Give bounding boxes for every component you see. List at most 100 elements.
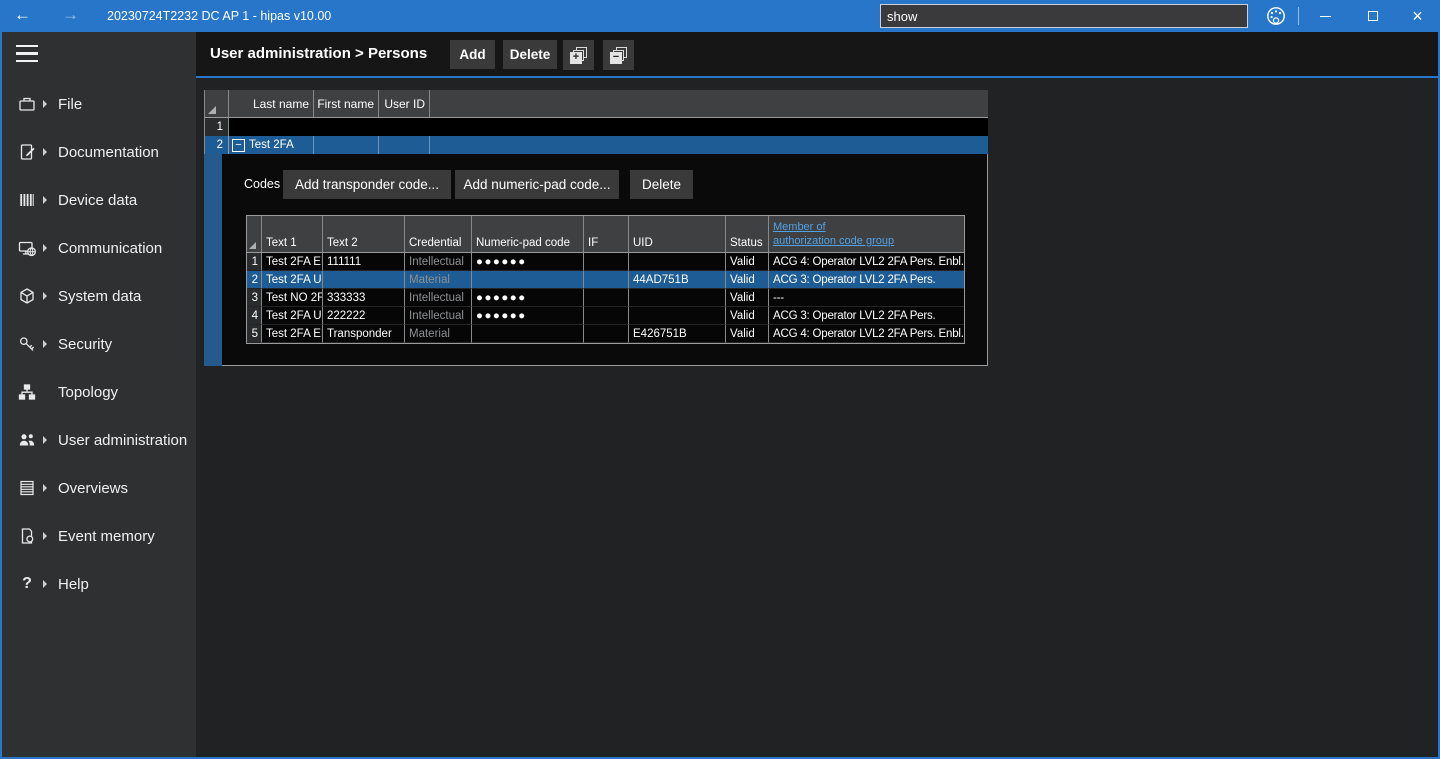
add-button[interactable]: Add <box>450 40 495 69</box>
maximize-button[interactable] <box>1350 0 1395 32</box>
column-header-status[interactable]: Status <box>726 216 769 252</box>
sidebar-item-topology[interactable]: Topology <box>2 368 196 416</box>
sidebar-item-label: Overviews <box>58 480 128 497</box>
credential-cell: Material <box>405 271 472 289</box>
credential-cell: Intellectual <box>405 253 472 271</box>
add-transponder-code-button[interactable]: Add transponder code... <box>283 170 451 199</box>
uid-cell: E426751B <box>629 325 726 343</box>
select-all-corner[interactable] <box>205 90 229 117</box>
page-toolbar: User administration > Persons Add Delete… <box>196 32 1438 76</box>
code-row[interactable]: 1 Test 2FA EN 111111 Intellectual ●●●●●●… <box>247 253 964 271</box>
sidebar-item-help[interactable]: ? Help <box>2 560 196 608</box>
member-of-acg-link[interactable]: Member of authorization code group <box>773 216 894 248</box>
sidebar-item-documentation[interactable]: Documentation <box>2 128 196 176</box>
sidebar-item-overviews[interactable]: Overviews <box>2 464 196 512</box>
text2-cell: 222222 <box>323 307 405 325</box>
row-number[interactable]: 3 <box>247 289 262 307</box>
status-cell: Valid <box>726 289 769 307</box>
monitor-globe-icon <box>16 238 38 258</box>
close-button[interactable]: × <box>1395 0 1440 32</box>
last-name-cell: − Test 2FA <box>229 136 314 154</box>
delete-button[interactable]: Delete <box>503 40 557 69</box>
hamburger-menu-icon[interactable] <box>16 45 38 62</box>
sidebar-item-security[interactable]: Security <box>2 320 196 368</box>
person-row-selected[interactable]: 2 − Test 2FA <box>205 136 988 154</box>
column-header-numeric-pad-code[interactable]: Numeric-pad code <box>472 216 584 252</box>
person-row[interactable]: 1 <box>205 118 988 136</box>
accent-divider <box>196 76 1438 78</box>
sidebar-item-label: Documentation <box>58 144 159 161</box>
chevron-right-icon <box>43 196 47 204</box>
search-input[interactable] <box>880 4 1248 28</box>
sidebar-item-system-data[interactable]: System data <box>2 272 196 320</box>
persons-table-header: Last name First name User ID <box>205 90 988 118</box>
uid-cell <box>629 307 726 325</box>
codes-table-header: Text 1 Text 2 Credential Numeric-pad cod… <box>247 216 964 253</box>
row-number[interactable]: 5 <box>247 325 262 343</box>
list-icon <box>16 478 38 498</box>
text2-cell: Transponder <box>323 325 405 343</box>
column-header-member-of-acg: Member of authorization code group <box>769 216 964 252</box>
expanded-row-stripe <box>204 154 222 366</box>
sidebar-item-file[interactable]: File <box>2 80 196 128</box>
status-cell: Valid <box>726 253 769 271</box>
code-row[interactable]: 4 Test 2FA US 222222 Intellectual ●●●●●●… <box>247 307 964 325</box>
sidebar-item-communication[interactable]: Communication <box>2 224 196 272</box>
key-icon <box>16 334 38 354</box>
chevron-right-icon <box>43 436 47 444</box>
corner-triangle-icon <box>249 242 256 249</box>
text1-cell: Test 2FA US <box>262 307 323 325</box>
sidebar-item-device-data[interactable]: Device data <box>2 176 196 224</box>
sidebar-nav: File Documentation Device data <box>2 80 196 608</box>
forward-arrow-icon[interactable]: → <box>62 0 79 32</box>
topology-icon <box>16 382 38 402</box>
column-header-uid[interactable]: UID <box>629 216 726 252</box>
column-header-last-name[interactable]: Last name <box>229 90 314 117</box>
numeric-pad-code-cell <box>472 271 584 289</box>
text1-cell: Test NO 2FA <box>262 289 323 307</box>
code-row[interactable]: 3 Test NO 2FA 333333 Intellectual ●●●●●●… <box>247 289 964 307</box>
collapse-all-button[interactable]: − <box>603 40 634 70</box>
chevron-right-icon <box>43 244 47 252</box>
column-header-user-id[interactable]: User ID <box>379 90 430 117</box>
column-header-text1[interactable]: Text 1 <box>262 216 323 252</box>
sidebar-item-user-administration[interactable]: User administration <box>2 416 196 464</box>
row-number[interactable]: 1 <box>205 118 229 136</box>
sidebar-item-label: Device data <box>58 192 137 209</box>
row-number[interactable]: 2 <box>247 271 262 289</box>
code-row[interactable]: 5 Test 2FA EN Transponder Material E4267… <box>247 325 964 343</box>
back-arrow-icon[interactable]: ← <box>14 0 31 32</box>
select-all-corner[interactable] <box>247 216 262 252</box>
column-header-text2[interactable]: Text 2 <box>323 216 405 252</box>
credential-cell: Intellectual <box>405 289 472 307</box>
credential-cell: Intellectual <box>405 307 472 325</box>
code-row-selected[interactable]: 2 Test 2FA US Material 44AD751B Valid AC… <box>247 271 964 289</box>
sidebar-item-label: Security <box>58 336 112 353</box>
collapse-row-toggle[interactable]: − <box>232 139 245 152</box>
row-number[interactable]: 2 <box>205 136 229 154</box>
if-cell <box>584 253 629 271</box>
uid-cell <box>629 253 726 271</box>
palette-icon[interactable] <box>1263 4 1289 28</box>
add-numeric-pad-code-button[interactable]: Add numeric-pad code... <box>455 170 619 199</box>
chevron-right-icon <box>43 580 47 588</box>
numeric-pad-code-cell: ●●●●●● <box>472 289 584 307</box>
codes-delete-button[interactable]: Delete <box>630 170 693 199</box>
chevron-right-icon <box>43 484 47 492</box>
text2-cell: 333333 <box>323 289 405 307</box>
member-of-acg-cell: --- <box>769 289 964 307</box>
sidebar-item-event-memory[interactable]: Event memory <box>2 512 196 560</box>
expand-all-button[interactable]: + <box>563 40 594 70</box>
codes-table: Text 1 Text 2 Credential Numeric-pad cod… <box>246 215 965 344</box>
row-number[interactable]: 1 <box>247 253 262 271</box>
column-header-first-name[interactable]: First name <box>314 90 379 117</box>
column-header-credential[interactable]: Credential <box>405 216 472 252</box>
sidebar-item-label: System data <box>58 288 141 305</box>
column-header-if[interactable]: IF <box>584 216 629 252</box>
titlebar-divider <box>1298 7 1299 25</box>
codes-panel: Codes Add transponder code... Add numeri… <box>222 154 988 366</box>
row-number[interactable]: 4 <box>247 307 262 325</box>
sidebar-item-label: Topology <box>58 384 118 401</box>
sidebar-item-label: Event memory <box>58 528 155 545</box>
minimize-button[interactable] <box>1303 0 1348 32</box>
